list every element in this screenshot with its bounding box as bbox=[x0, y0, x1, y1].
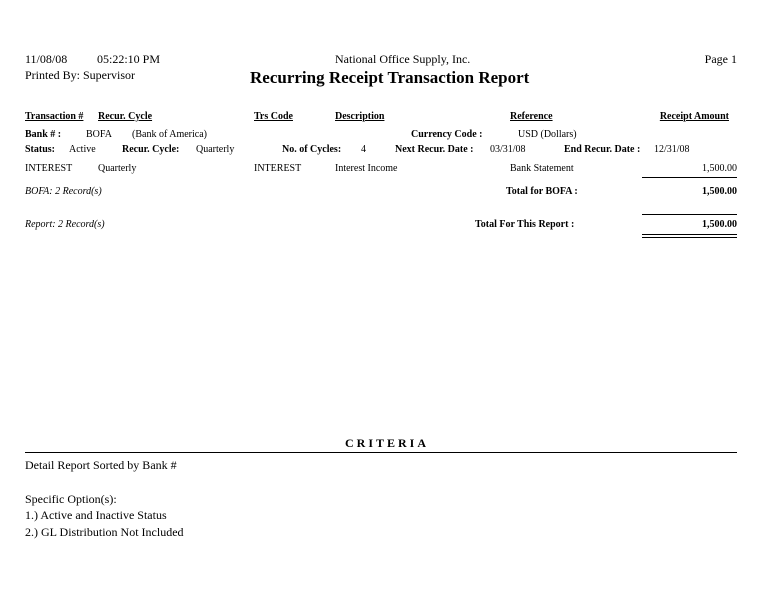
cycles-value: 4 bbox=[361, 144, 366, 155]
printed-by: Printed By: Supervisor bbox=[25, 68, 135, 82]
col-header-description: Description bbox=[335, 111, 385, 122]
end-recur-date-value: 12/31/08 bbox=[654, 144, 690, 155]
row-description: Interest Income bbox=[335, 163, 398, 174]
report-record-count: Report: 2 Record(s) bbox=[25, 219, 105, 230]
print-time: 05:22:10 PM bbox=[97, 52, 161, 66]
recur-cycle-label: Recur. Cycle: bbox=[122, 144, 180, 155]
report-total-top-rule bbox=[642, 214, 737, 215]
row-transaction: INTEREST bbox=[25, 163, 73, 174]
status-label: Status: bbox=[25, 144, 56, 155]
report-title: Recurring Receipt Transaction Report bbox=[250, 68, 530, 87]
row-amount: 1,500.00 bbox=[702, 163, 737, 174]
criteria-options-label: Specific Option(s): bbox=[25, 492, 117, 506]
criteria-option: 1.) Active and Inactive Status bbox=[25, 508, 167, 522]
next-recur-date-value: 03/31/08 bbox=[490, 144, 526, 155]
criteria-sort-line: Detail Report Sorted by Bank # bbox=[25, 458, 177, 472]
end-recur-date-label: End Recur. Date : bbox=[564, 144, 641, 155]
criteria-rule bbox=[25, 452, 737, 453]
report-total-label: Total For This Report : bbox=[475, 219, 575, 230]
subtotal-rule bbox=[642, 177, 737, 178]
next-recur-date-label: Next Recur. Date : bbox=[395, 144, 474, 155]
currency-label: Currency Code : bbox=[411, 129, 483, 140]
criteria-option: 2.) GL Distribution Not Included bbox=[25, 525, 184, 539]
row-trs-code: INTEREST bbox=[254, 163, 302, 174]
criteria-title: CRITERIA bbox=[345, 436, 430, 450]
col-header-receipt-amount: Receipt Amount bbox=[659, 111, 729, 122]
recur-cycle-value: Quarterly bbox=[196, 144, 235, 155]
status-value: Active bbox=[69, 144, 96, 155]
col-header-recur-cycle: Recur. Cycle bbox=[98, 111, 153, 122]
page-number: Page 1 bbox=[704, 52, 737, 66]
group-total-label: Total for BOFA : bbox=[506, 186, 578, 197]
group-record-count: BOFA: 2 Record(s) bbox=[25, 186, 102, 197]
bank-label: Bank # : bbox=[25, 129, 62, 140]
print-date: 11/08/08 bbox=[25, 52, 68, 66]
bank-name: (Bank of America) bbox=[132, 129, 207, 140]
row-reference: Bank Statement bbox=[510, 163, 574, 174]
currency-value: USD (Dollars) bbox=[518, 129, 577, 140]
report-total-double-rule-1 bbox=[642, 234, 737, 235]
col-header-reference: Reference bbox=[510, 111, 553, 122]
bank-code: BOFA bbox=[86, 129, 112, 140]
company-name: National Office Supply, Inc. bbox=[335, 52, 471, 66]
col-header-transaction: Transaction # bbox=[25, 111, 84, 122]
report-total-value: 1,500.00 bbox=[702, 219, 737, 230]
group-total-value: 1,500.00 bbox=[702, 186, 737, 197]
col-header-trs-code: Trs Code bbox=[254, 111, 293, 122]
report-total-double-rule-2 bbox=[642, 237, 737, 238]
cycles-label: No. of Cycles: bbox=[282, 144, 342, 155]
row-recur-cycle: Quarterly bbox=[98, 163, 137, 174]
